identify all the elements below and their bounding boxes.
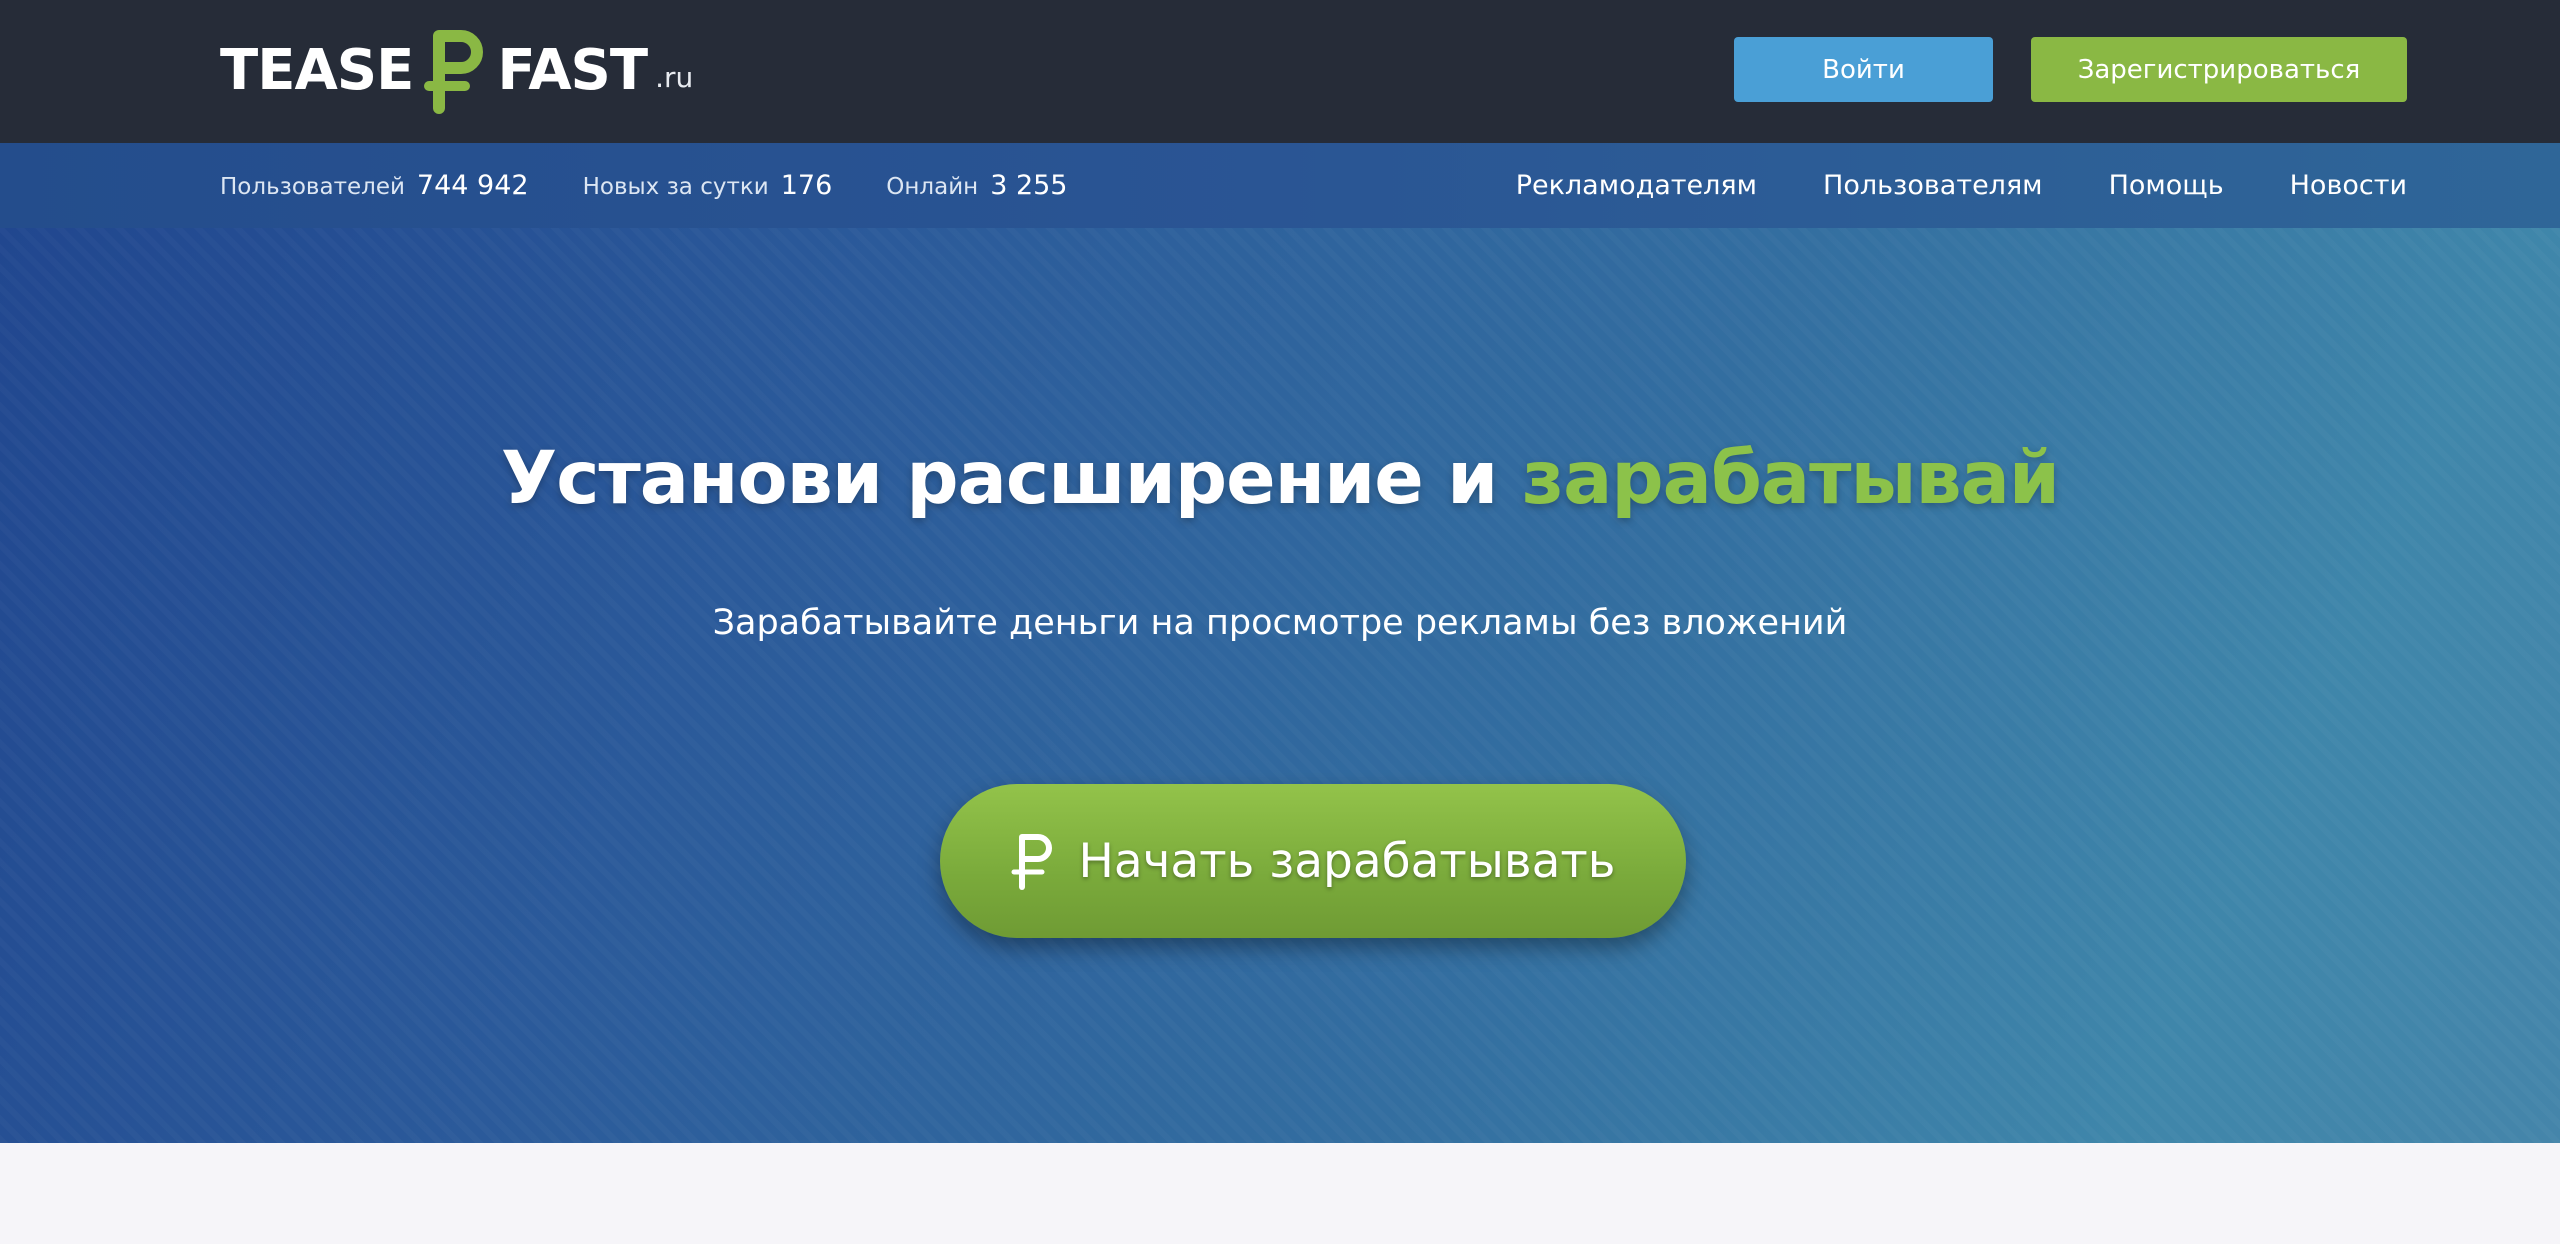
nav-users[interactable]: Пользователям [1823, 170, 2043, 201]
hero-title: Установи расширение и зарабатывай [0, 436, 2560, 521]
login-button[interactable]: Войти [1734, 37, 1993, 102]
site-stats: Пользователей 744 942 Новых за сутки 176… [220, 143, 1067, 228]
hero-title-main: Установи расширение и [500, 436, 1522, 521]
stats-nav-bar: Пользователей 744 942 Новых за сутки 176… [0, 143, 2560, 228]
stat-online-label: Онлайн [886, 174, 979, 200]
stat-new-today: Новых за сутки 176 [583, 170, 833, 201]
stat-online: Онлайн 3 255 [886, 170, 1067, 201]
ruble-icon [1010, 831, 1058, 891]
stat-users: Пользователей 744 942 [220, 170, 529, 201]
top-header: TEASE FAST .ru Войти Зарегистрироваться [0, 0, 2560, 143]
hero-title-accent: зарабатывай [1521, 436, 2060, 521]
nav-help[interactable]: Помощь [2109, 170, 2224, 201]
logo-text-left: TEASE [220, 38, 414, 103]
hero-section: Установи расширение и зарабатывай Зараба… [0, 228, 2560, 1143]
nav-advertisers[interactable]: Рекламодателям [1516, 170, 1757, 201]
stat-online-value: 3 255 [990, 170, 1068, 201]
start-earning-button[interactable]: Начать зарабатывать [940, 784, 1686, 938]
stat-users-label: Пользователей [220, 174, 405, 200]
page-content-start [0, 1143, 2560, 1244]
ruble-icon [423, 28, 489, 114]
stat-users-value: 744 942 [416, 170, 529, 201]
stat-new-today-value: 176 [780, 170, 833, 201]
hero-subtitle: Зарабатывайте деньги на просмотре реклам… [712, 603, 1848, 643]
start-earning-label: Начать зарабатывать [1078, 833, 1616, 889]
register-button[interactable]: Зарегистрироваться [2031, 37, 2407, 102]
nav-news[interactable]: Новости [2290, 170, 2407, 201]
logo-text-right: FAST [497, 38, 648, 103]
stat-new-today-label: Новых за сутки [582, 174, 769, 200]
site-logo[interactable]: TEASE FAST .ru [220, 28, 693, 114]
main-nav: Рекламодателям Пользователям Помощь Ново… [1516, 143, 2407, 228]
logo-tld: .ru [655, 61, 694, 94]
